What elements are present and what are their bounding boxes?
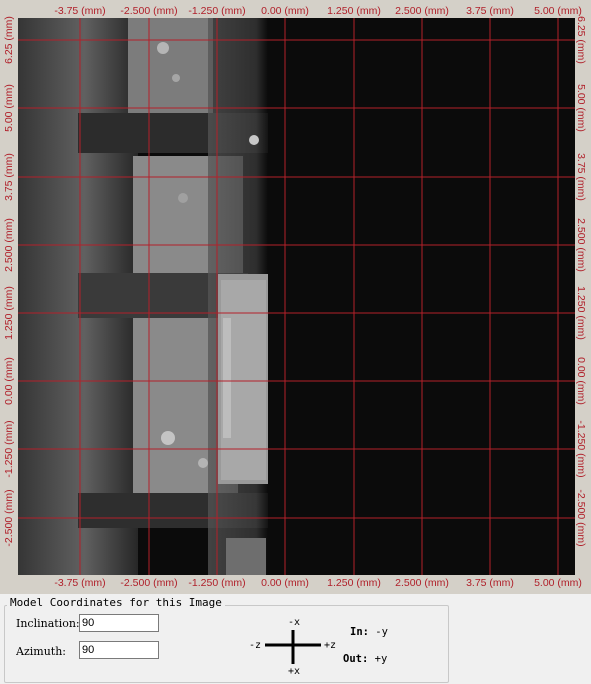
axis-left-label: -z [249,640,262,651]
group-title: Model Coordinates for this Image [7,596,225,609]
y-tick-label-left: 0.00 (mm) [3,357,15,405]
x-tick-label-bottom: -2.500 (mm) [120,577,178,589]
x-tick-label-top: -1.250 (mm) [188,5,246,17]
x-tick-label-top: 0.00 (mm) [261,5,309,17]
in-value: -y [375,626,388,638]
y-tick-label-left: 2.500 (mm) [3,218,15,272]
x-tick-label-top: 2.500 (mm) [395,5,449,17]
y-tick-label-left: -1.250 (mm) [3,420,15,478]
image-viewer[interactable]: -3.75 (mm) -2.500 (mm) -1.250 (mm) 0.00 (mm… [0,0,591,594]
x-tick-label-bottom: 0.00 (mm) [261,577,309,589]
x-tick-label-bottom: 1.250 (mm) [327,577,381,589]
x-tick-label-bottom: -3.75 (mm) [54,577,106,589]
y-tick-label-right: 6.25 (mm) [575,16,587,64]
y-tick-label-right: 2.500 (mm) [575,218,587,272]
x-tick-label-top: 3.75 (mm) [466,5,514,17]
y-tick-label-left: 5.00 (mm) [3,84,15,132]
xray-image[interactable] [18,18,575,575]
y-tick-label-right: 0.00 (mm) [575,357,587,405]
in-label: In: [350,626,369,638]
y-tick-label-right: 1.250 (mm) [575,286,587,340]
x-tick-label-bottom: -1.250 (mm) [188,577,246,589]
in-direction: In: -y [350,626,388,638]
y-tick-label-right: 3.75 (mm) [575,153,587,201]
x-tick-label-bottom: 5.00 (mm) [534,577,582,589]
x-tick-label-top: 1.250 (mm) [327,5,381,17]
y-tick-label-right: 5.00 (mm) [575,84,587,132]
inclination-label: Inclination: [16,617,80,630]
inclination-input[interactable] [79,614,159,632]
azimuth-label: Azimuth: [16,645,66,658]
axis-up-label: -x [288,617,301,628]
axis-orientation-icon: -x +x -z +z [248,616,338,680]
x-tick-label-bottom: 3.75 (mm) [466,577,514,589]
y-tick-label-left: 1.250 (mm) [3,286,15,340]
out-direction: Out: +y [343,653,387,665]
x-tick-label-bottom: 2.500 (mm) [395,577,449,589]
azimuth-input[interactable] [79,641,159,659]
y-tick-label-left: 6.25 (mm) [3,16,15,64]
x-tick-label-top: -3.75 (mm) [54,5,106,17]
axis-right-label: +z [324,640,337,651]
y-tick-label-right: -1.250 (mm) [575,420,587,478]
out-label: Out: [343,653,369,665]
axis-down-label: +x [288,666,301,677]
y-tick-label-right: -2.500 (mm) [575,489,587,547]
y-tick-label-left: 3.75 (mm) [3,153,15,201]
x-tick-label-top: -2.500 (mm) [120,5,178,17]
measurement-grid [18,18,575,575]
out-value: +y [374,653,388,665]
y-tick-label-left: -2.500 (mm) [3,489,15,547]
